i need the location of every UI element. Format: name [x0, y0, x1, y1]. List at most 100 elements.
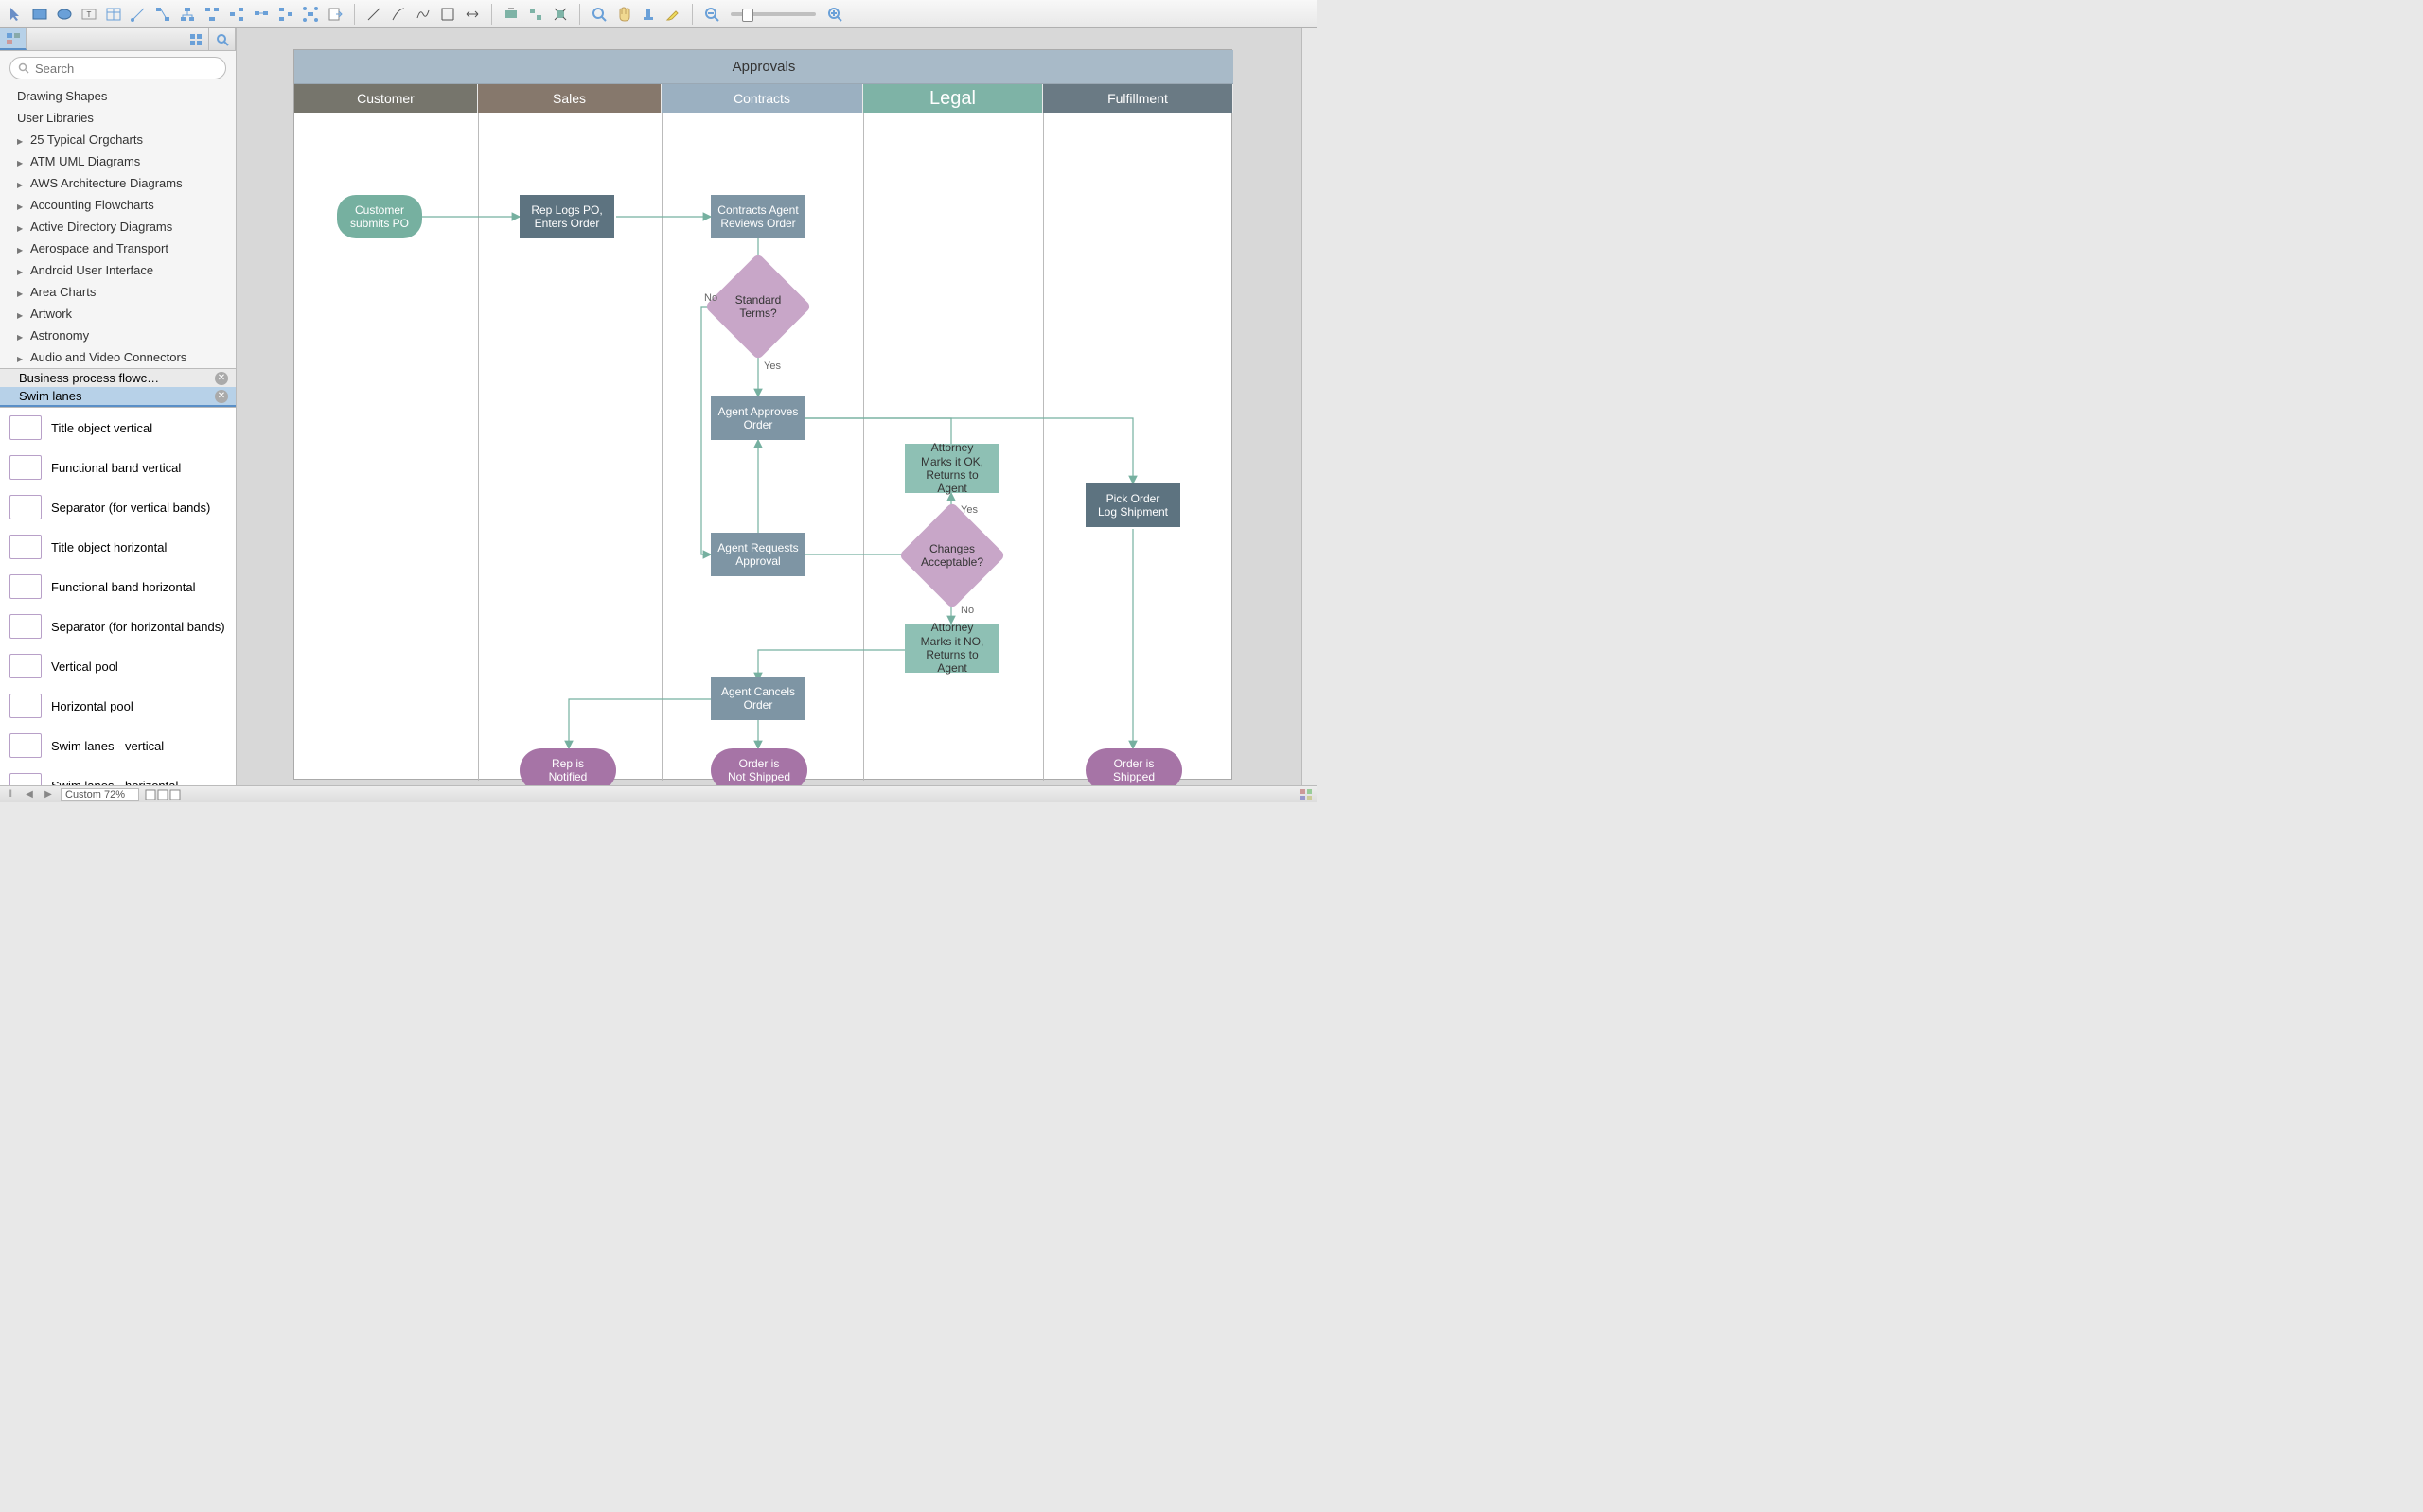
bezier-icon[interactable]	[436, 4, 459, 25]
stencil-tab-bpf[interactable]: Business process flowc… ✕	[0, 369, 236, 387]
zoom-out-icon[interactable]	[700, 4, 723, 25]
stencil-item[interactable]: Title object horizontal	[0, 527, 236, 567]
stencil-item[interactable]: Title object vertical	[0, 408, 236, 448]
category-item[interactable]: Active Directory Diagrams	[0, 216, 236, 237]
node-changes-acceptable[interactable]: Changes Acceptable?	[914, 518, 990, 593]
connector-icon[interactable]	[127, 4, 150, 25]
tree2-icon[interactable]	[176, 4, 199, 25]
tab-grid[interactable]	[183, 28, 209, 50]
curve-icon[interactable]	[412, 4, 434, 25]
tab-library[interactable]	[0, 28, 27, 50]
bottom-right-icon[interactable]	[1300, 788, 1313, 801]
node-customer-po[interactable]: Customer submits PO	[337, 195, 422, 238]
category-item[interactable]: Accounting Flowcharts	[0, 194, 236, 216]
node-text: Attorney Marks it OK, Returns to Agent	[911, 441, 994, 496]
tab-search[interactable]	[209, 28, 236, 50]
stencil-item[interactable]: Horizontal pool	[0, 686, 236, 726]
export-icon[interactable]	[324, 4, 346, 25]
tree5-icon[interactable]	[274, 4, 297, 25]
category-item[interactable]: Android User Interface	[0, 259, 236, 281]
pool-title[interactable]: Approvals	[294, 50, 1233, 84]
category-item[interactable]: Artwork	[0, 303, 236, 325]
lane-header-fulfillment[interactable]: Fulfillment	[1043, 84, 1233, 113]
chain-icon[interactable]	[250, 4, 273, 25]
right-scrollbar[interactable]	[1301, 28, 1317, 785]
category-item[interactable]: AWS Architecture Diagrams	[0, 172, 236, 194]
category-item[interactable]: 25 Typical Orgcharts	[0, 129, 236, 150]
line-icon[interactable]	[363, 4, 385, 25]
stencil-item[interactable]: Separator (for horizontal bands)	[0, 607, 236, 646]
next-page-icon[interactable]: ▶	[42, 788, 55, 801]
separator	[692, 4, 693, 25]
tree6-icon[interactable]	[299, 4, 322, 25]
category-item[interactable]: ATM UML Diagrams	[0, 150, 236, 172]
node-rep-logs[interactable]: Rep Logs PO, Enters Order	[520, 195, 614, 238]
stencil-item[interactable]: Swim lanes - vertical	[0, 726, 236, 765]
lane-header-customer[interactable]: Customer	[294, 84, 478, 113]
zoom-slider[interactable]	[731, 12, 816, 16]
tree1-icon[interactable]	[151, 4, 174, 25]
lane-header-sales[interactable]: Sales	[478, 84, 662, 113]
zoom-combo[interactable]: Custom 72%	[61, 788, 139, 801]
node-standard-terms[interactable]: Standard Terms?	[720, 269, 796, 344]
ellipse-icon[interactable]	[53, 4, 76, 25]
node-text: Customer submits PO	[350, 203, 409, 231]
canvas-area[interactable]: Approvals Customer Sales Contracts Legal…	[237, 28, 1301, 785]
stencil-item[interactable]: Functional band horizontal	[0, 567, 236, 607]
node-text: Order is Shipped	[1113, 757, 1155, 784]
node-agent-approves[interactable]: Agent Approves Order	[711, 396, 805, 440]
arrows-icon[interactable]	[461, 4, 484, 25]
lane-header-contracts[interactable]: Contracts	[662, 84, 863, 113]
stamp-icon[interactable]	[637, 4, 660, 25]
text-icon[interactable]: T	[78, 4, 100, 25]
close-icon[interactable]: ✕	[215, 390, 228, 403]
pointer-icon[interactable]	[4, 4, 27, 25]
category-item[interactable]: Aerospace and Transport	[0, 237, 236, 259]
zoom-in-icon[interactable]	[823, 4, 846, 25]
node-text: Changes Acceptable?	[921, 542, 983, 570]
page-layout-icon[interactable]	[145, 788, 183, 801]
node-attorney-ok[interactable]: Attorney Marks it OK, Returns to Agent	[905, 444, 999, 493]
stencil-item[interactable]: Vertical pool	[0, 646, 236, 686]
hand-icon[interactable]	[612, 4, 635, 25]
node-attorney-no[interactable]: Attorney Marks it NO, Returns to Agent	[905, 624, 999, 673]
lanes-body[interactable]: Customer submits PO Rep Logs PO, Enters …	[294, 113, 1233, 781]
category-item[interactable]: Area Charts	[0, 281, 236, 303]
tree4-icon[interactable]	[225, 4, 248, 25]
tree3-icon[interactable]	[201, 4, 223, 25]
node-text: Pick Order Log Shipment	[1098, 492, 1168, 519]
node-order-not-shipped[interactable]: Order is Not Shipped	[711, 748, 807, 785]
pause-icon[interactable]: ‖	[4, 788, 17, 801]
close-icon[interactable]: ✕	[215, 372, 228, 385]
highlighter-icon[interactable]	[662, 4, 684, 25]
stencil-item[interactable]: Functional band vertical	[0, 448, 236, 487]
search-input[interactable]	[35, 62, 218, 76]
node-agent-requests[interactable]: Agent Requests Approval	[711, 533, 805, 576]
stencil-tab-swimlanes[interactable]: Swim lanes ✕	[0, 387, 236, 407]
prev-page-icon[interactable]: ◀	[23, 788, 36, 801]
arrange2-icon[interactable]	[524, 4, 547, 25]
node-agent-cancels[interactable]: Agent Cancels Order	[711, 677, 805, 720]
arrange3-icon[interactable]	[549, 4, 572, 25]
rectangle-icon[interactable]	[28, 4, 51, 25]
stencil-label: Horizontal pool	[51, 699, 133, 713]
stencil-item[interactable]: Swim lanes - horizontal	[0, 765, 236, 785]
lane-header-legal[interactable]: Legal	[863, 84, 1043, 113]
node-contracts-review[interactable]: Contracts Agent Reviews Order	[711, 195, 805, 238]
category-item[interactable]: Astronomy	[0, 325, 236, 346]
node-rep-notified[interactable]: Rep is Notified	[520, 748, 616, 785]
category-item[interactable]: Drawing Shapes	[0, 85, 236, 107]
node-order-shipped[interactable]: Order is Shipped	[1086, 748, 1182, 785]
search-box[interactable]	[9, 57, 226, 79]
category-item[interactable]: Audio and Video Connectors	[0, 346, 236, 368]
table-icon[interactable]	[102, 4, 125, 25]
category-item[interactable]: User Libraries	[0, 107, 236, 129]
zoom-fit-icon[interactable]	[588, 4, 610, 25]
node-text: Rep is Notified	[549, 757, 588, 784]
arc-icon[interactable]	[387, 4, 410, 25]
stencil-item[interactable]: Separator (for vertical bands)	[0, 487, 236, 527]
separator	[579, 4, 580, 25]
diagram-canvas[interactable]: Approvals Customer Sales Contracts Legal…	[293, 49, 1232, 780]
arrange1-icon[interactable]	[500, 4, 522, 25]
node-pick-order[interactable]: Pick Order Log Shipment	[1086, 483, 1180, 527]
